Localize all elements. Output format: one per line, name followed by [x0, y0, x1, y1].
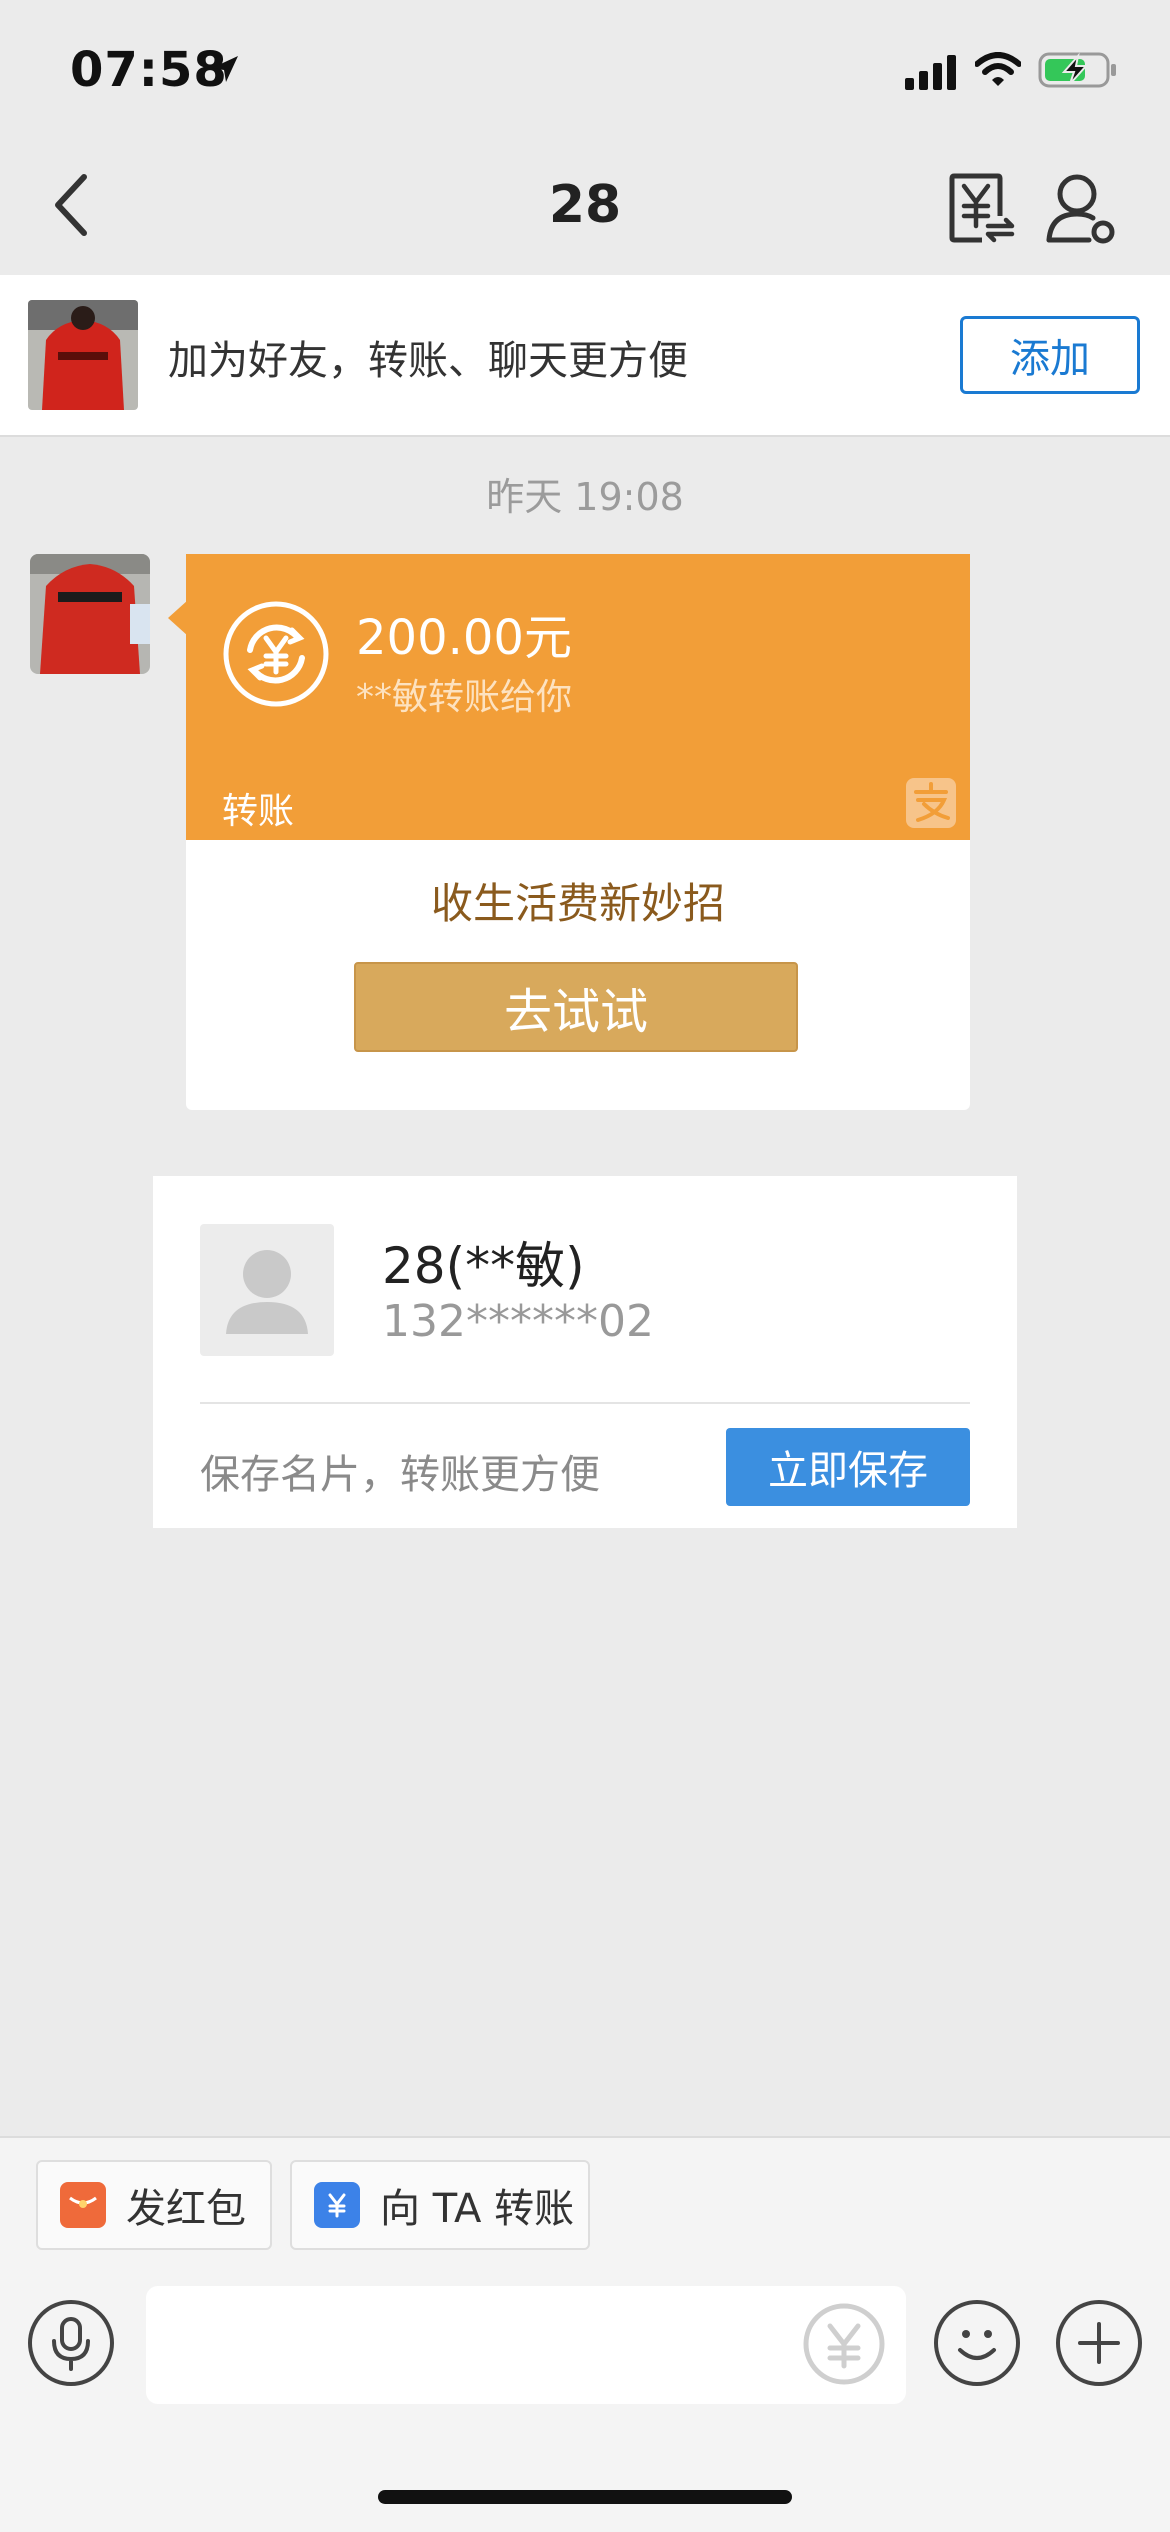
transfer-amount: 200.00元 — [356, 610, 572, 666]
transfer-record-icon — [949, 173, 1015, 243]
default-avatar-icon — [200, 1224, 334, 1356]
avatar[interactable] — [28, 300, 138, 410]
transfer-record-button[interactable] — [948, 172, 1018, 244]
smiley-icon — [958, 2330, 996, 2360]
save-contact-button[interactable]: 立即保存 — [726, 1428, 970, 1506]
emoji-button[interactable] — [934, 2300, 1020, 2386]
status-time: 07:58 — [70, 42, 228, 98]
transfer-icon — [314, 2182, 360, 2228]
plus-icon — [1078, 2322, 1120, 2364]
more-options-button[interactable] — [1056, 2300, 1142, 2386]
save-contact-hint: 保存名片，转账更方便 — [200, 1452, 600, 1498]
page-title: 28 — [548, 175, 622, 235]
microphone-icon — [52, 2317, 90, 2371]
message-input[interactable] — [146, 2286, 906, 2404]
add-friend-button[interactable]: 添加 — [960, 316, 1140, 394]
try-it-button[interactable]: 去试试 — [354, 962, 798, 1052]
transfer-type-label: 转账 — [222, 791, 295, 832]
promo-text: 收生活费新妙招 — [430, 879, 725, 928]
cellular-signal-icon — [905, 54, 961, 94]
transfer-to-ta-button[interactable]: 向 TA 转账 — [290, 2160, 590, 2250]
quick-action-label: 向 TA 转账 — [380, 2186, 575, 2232]
send-red-packet-button[interactable]: 发红包 — [36, 2160, 272, 2250]
user-settings-button[interactable] — [1045, 170, 1117, 244]
divider — [200, 1402, 970, 1404]
contact-name: 28(**敏) — [382, 1237, 585, 1295]
location-arrow-icon — [208, 52, 242, 90]
battery-charging-icon — [1038, 50, 1118, 94]
alipay-logo-icon — [906, 778, 956, 828]
transfer-refresh-yuan-icon — [222, 600, 330, 708]
red-packet-icon — [60, 2182, 106, 2228]
sender-avatar[interactable] — [30, 554, 150, 674]
back-button[interactable] — [30, 160, 110, 250]
wifi-icon — [974, 52, 1022, 92]
quick-action-label: 发红包 — [126, 2186, 246, 2232]
transfer-description: **敏转账给你 — [356, 677, 573, 718]
user-settings-icon — [1046, 174, 1115, 244]
chevron-left-icon — [55, 174, 87, 236]
contact-phone: 132******02 — [382, 1296, 654, 1347]
bubble-tail — [168, 600, 188, 636]
message-timestamp: 昨天 19:08 — [486, 475, 684, 519]
home-indicator — [378, 2490, 792, 2504]
voice-input-button[interactable] — [28, 2300, 114, 2386]
quick-transfer-icon[interactable] — [800, 2300, 888, 2388]
add-friend-hint: 加为好友，转账、聊天更方便 — [168, 338, 688, 384]
